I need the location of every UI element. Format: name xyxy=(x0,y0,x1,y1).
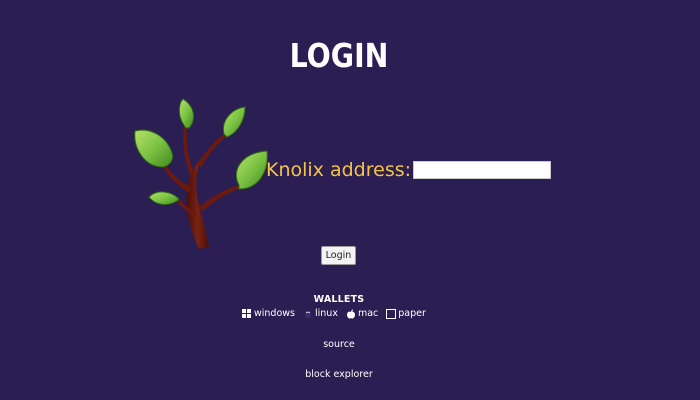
address-label: Knolix address: xyxy=(266,159,412,181)
wallet-link-mac[interactable]: mac xyxy=(346,308,378,319)
windows-icon xyxy=(242,308,252,319)
tree-logo xyxy=(134,98,268,249)
paper-icon xyxy=(386,308,397,319)
block-explorer-link[interactable]: block explorer xyxy=(0,369,678,380)
wallet-label-linux: linux xyxy=(315,308,338,319)
address-input[interactable] xyxy=(413,161,552,179)
wallet-label-windows: windows xyxy=(254,308,295,319)
wallet-link-paper[interactable]: paper xyxy=(386,308,426,319)
wallet-link-linux[interactable]: linux xyxy=(303,308,338,319)
login-button[interactable]: Login xyxy=(321,246,356,265)
wallet-label-mac: mac xyxy=(357,308,379,319)
apple-icon xyxy=(346,309,356,319)
linux-icon xyxy=(303,309,313,319)
wallet-link-windows[interactable]: windows xyxy=(242,308,295,319)
wallets-heading: WALLETS xyxy=(313,294,365,305)
source-link[interactable]: source xyxy=(0,339,678,350)
page-title: LOGIN xyxy=(289,36,389,75)
wallets-list: windows linux mac paper xyxy=(242,308,434,319)
wallet-label-paper: paper xyxy=(398,308,426,319)
address-row: Knolix address: xyxy=(266,156,552,184)
